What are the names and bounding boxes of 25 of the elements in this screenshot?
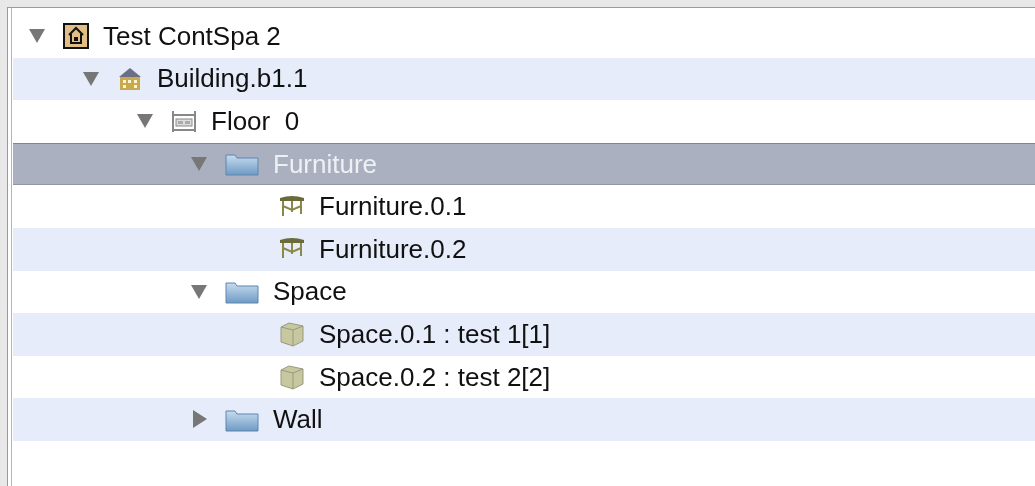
house-icon xyxy=(63,23,89,50)
tree-item-label: Furniture.0.2 xyxy=(319,233,467,265)
box-icon xyxy=(279,321,305,348)
tree-row[interactable]: Floor 0 xyxy=(13,100,1035,143)
tree-row[interactable]: Space xyxy=(13,270,1035,314)
tree-item-label: Space xyxy=(273,276,347,308)
tree-item-label: Building.b1.1 xyxy=(157,63,308,95)
tree-item-label: Space.0.2 : test 2[2] xyxy=(319,361,551,393)
tree-item-label: Floor 0 xyxy=(211,106,300,137)
tree-row[interactable]: Space.0.2 : test 2[2] xyxy=(13,355,1035,399)
tree-row[interactable]: Furniture.0.2 xyxy=(13,227,1035,271)
house-icon xyxy=(117,65,143,92)
folder-icon xyxy=(225,151,259,178)
tree-item-label: Furniture xyxy=(273,148,378,180)
tree-row[interactable]: Test ContSpa 2 xyxy=(13,15,1035,58)
tree-item-label: Wall xyxy=(273,404,323,436)
tree-row[interactable]: Space.0.1 : test 1[1] xyxy=(13,313,1035,356)
tree-item-label: Furniture.0.1 xyxy=(319,191,467,223)
tree-row[interactable]: Building.b1.1 xyxy=(13,57,1035,101)
tree-row[interactable]: Furniture.0.1 xyxy=(13,185,1035,228)
tree-item-label: Test ContSpa 2 xyxy=(103,20,281,52)
box-icon xyxy=(279,364,305,391)
tree-row[interactable]: Wall xyxy=(13,398,1035,441)
floor-plan-icon xyxy=(171,108,197,135)
tree-item-label: Space.0.1 : test 1[1] xyxy=(319,318,551,350)
